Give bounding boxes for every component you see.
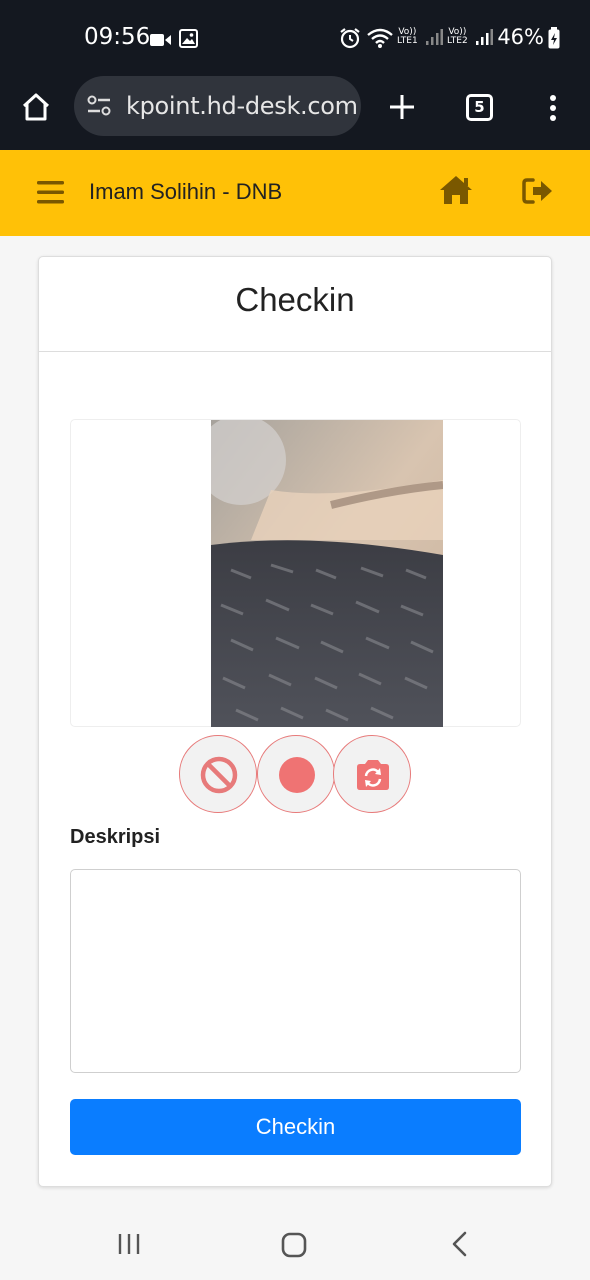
battery-icon xyxy=(548,27,560,49)
home-icon[interactable] xyxy=(438,174,474,206)
description-label: Deskripsi xyxy=(70,826,161,848)
back-icon[interactable] xyxy=(450,1231,468,1257)
site-settings-icon[interactable] xyxy=(87,95,111,117)
video-icon xyxy=(150,34,171,46)
menu-icon[interactable] xyxy=(548,94,558,122)
address-bar[interactable]: kpoint.hd-desk.com xyxy=(74,76,361,136)
tabs-icon[interactable]: 5 xyxy=(466,94,493,121)
card-header: Checkin xyxy=(39,257,551,352)
browser-toolbar: kpoint.hd-desk.com 5 xyxy=(0,76,590,150)
page-title: Checkin xyxy=(235,281,355,318)
recent-apps-icon[interactable] xyxy=(117,1232,141,1256)
status-bar: 09:56 Vo)) LTE1 Vo)) LTE2 46% xyxy=(0,0,590,76)
battery-percent: 46% xyxy=(497,25,544,49)
switch-camera-icon xyxy=(357,760,389,790)
description-field[interactable] xyxy=(70,869,521,1073)
new-tab-icon[interactable] xyxy=(388,93,416,121)
signal-icon xyxy=(476,29,493,45)
home-icon[interactable] xyxy=(21,92,51,122)
user-name: Imam Solihin - DNB xyxy=(89,179,283,204)
cancel-button[interactable] xyxy=(179,735,257,813)
system-nav-bar xyxy=(0,1200,590,1280)
record-button[interactable] xyxy=(257,735,335,813)
checkin-button[interactable]: Checkin xyxy=(70,1099,521,1155)
camera-frame xyxy=(70,419,521,727)
record-icon xyxy=(279,757,315,793)
cancel-icon xyxy=(200,756,238,794)
alarm-icon xyxy=(340,28,360,49)
sim1-indicator: Vo)) LTE1 xyxy=(397,27,418,46)
checkin-card: Checkin Deskripsi Checkin xyxy=(38,256,552,1187)
logout-icon[interactable] xyxy=(522,177,554,205)
status-time: 09:56 xyxy=(84,24,151,50)
home-icon[interactable] xyxy=(281,1232,307,1258)
signal-icon xyxy=(426,29,443,45)
camera-preview xyxy=(211,420,443,727)
switch-camera-button[interactable] xyxy=(333,735,411,813)
image-icon xyxy=(179,29,198,48)
url-text: kpoint.hd-desk.com xyxy=(126,92,358,120)
app-header: Imam Solihin - DNB xyxy=(0,150,590,236)
wifi-icon xyxy=(367,28,393,48)
hamburger-icon[interactable] xyxy=(37,180,64,204)
sim2-indicator: Vo)) LTE2 xyxy=(447,27,468,46)
